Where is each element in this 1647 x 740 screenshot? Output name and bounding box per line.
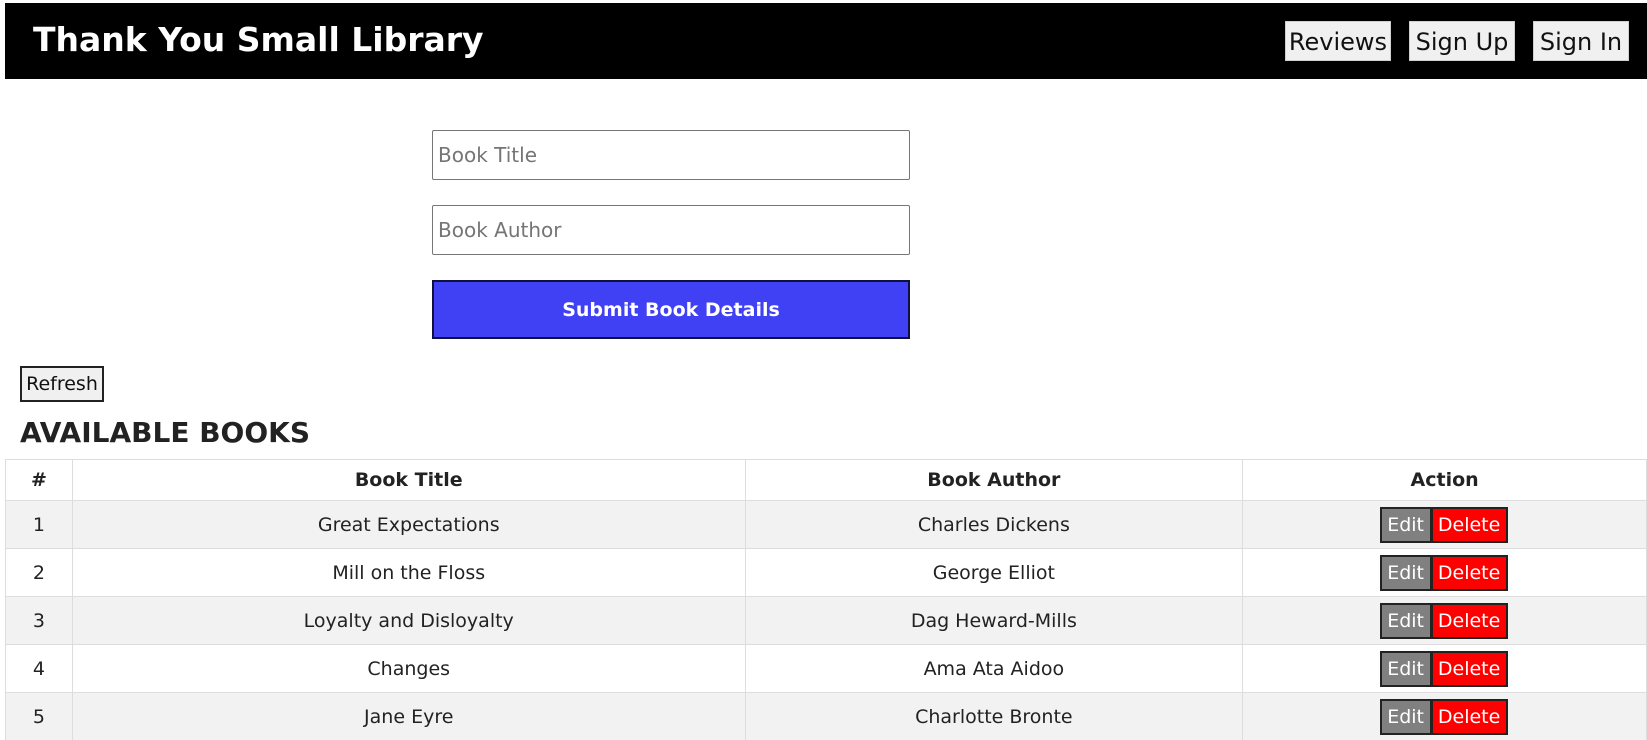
submit-book-button[interactable]: Submit Book Details	[432, 280, 910, 339]
column-header-action: Action	[1242, 459, 1647, 501]
table-row: 5 Jane Eyre Charlotte Bronte Edit Delete	[5, 692, 1647, 740]
top-navbar: Thank You Small Library Reviews Sign Up …	[5, 3, 1647, 79]
books-table: # Book Title Book Author Action 1 Great …	[5, 459, 1647, 740]
edit-button[interactable]: Edit	[1379, 506, 1432, 543]
book-author-input[interactable]	[432, 205, 910, 255]
edit-button[interactable]: Edit	[1379, 602, 1432, 639]
section-title: AVAILABLE BOOKS	[20, 416, 311, 449]
row-number: 2	[5, 548, 73, 597]
book-title-input[interactable]	[432, 130, 910, 180]
book-title-cell: Mill on the Floss	[71, 548, 746, 597]
table-header-row: # Book Title Book Author Action	[5, 459, 1647, 501]
book-author-cell: Dag Heward-Mills	[744, 596, 1244, 645]
page: Thank You Small Library Reviews Sign Up …	[0, 0, 1647, 740]
delete-button[interactable]: Delete	[1431, 554, 1508, 591]
book-author-cell: Charles Dickens	[744, 500, 1244, 549]
column-header-title: Book Title	[71, 459, 746, 501]
edit-button[interactable]: Edit	[1379, 650, 1432, 687]
action-cell: Edit Delete	[1242, 692, 1647, 740]
book-title-cell: Jane Eyre	[71, 692, 746, 740]
action-cell: Edit Delete	[1242, 644, 1647, 693]
refresh-button[interactable]: Refresh	[20, 366, 104, 402]
book-title-cell: Loyalty and Disloyalty	[71, 596, 746, 645]
book-author-cell: Charlotte Bronte	[744, 692, 1244, 740]
book-author-cell: George Elliot	[744, 548, 1244, 597]
table-row: 1 Great Expectations Charles Dickens Edi…	[5, 500, 1647, 549]
delete-button[interactable]: Delete	[1431, 698, 1508, 735]
edit-button[interactable]: Edit	[1379, 698, 1432, 735]
book-author-cell: Ama Ata Aidoo	[744, 644, 1244, 693]
action-cell: Edit Delete	[1242, 596, 1647, 645]
delete-button[interactable]: Delete	[1431, 506, 1508, 543]
table-row: 3 Loyalty and Disloyalty Dag Heward-Mill…	[5, 596, 1647, 645]
row-number: 5	[5, 692, 73, 740]
table-row: 2 Mill on the Floss George Elliot Edit De…	[5, 548, 1647, 597]
reviews-button[interactable]: Reviews	[1285, 21, 1391, 61]
sign-in-button[interactable]: Sign In	[1533, 21, 1629, 61]
book-title-cell: Great Expectations	[71, 500, 746, 549]
table-row: 4 Changes Ama Ata Aidoo Edit Delete	[5, 644, 1647, 693]
action-cell: Edit Delete	[1242, 500, 1647, 549]
row-number: 3	[5, 596, 73, 645]
column-header-author: Book Author	[744, 459, 1244, 501]
column-header-number: #	[5, 459, 73, 501]
sign-up-button[interactable]: Sign Up	[1409, 21, 1515, 61]
delete-button[interactable]: Delete	[1431, 602, 1508, 639]
edit-button[interactable]: Edit	[1379, 554, 1432, 591]
row-number: 4	[5, 644, 73, 693]
row-number: 1	[5, 500, 73, 549]
action-cell: Edit Delete	[1242, 548, 1647, 597]
delete-button[interactable]: Delete	[1431, 650, 1508, 687]
site-title: Thank You Small Library	[33, 20, 484, 59]
book-title-cell: Changes	[71, 644, 746, 693]
